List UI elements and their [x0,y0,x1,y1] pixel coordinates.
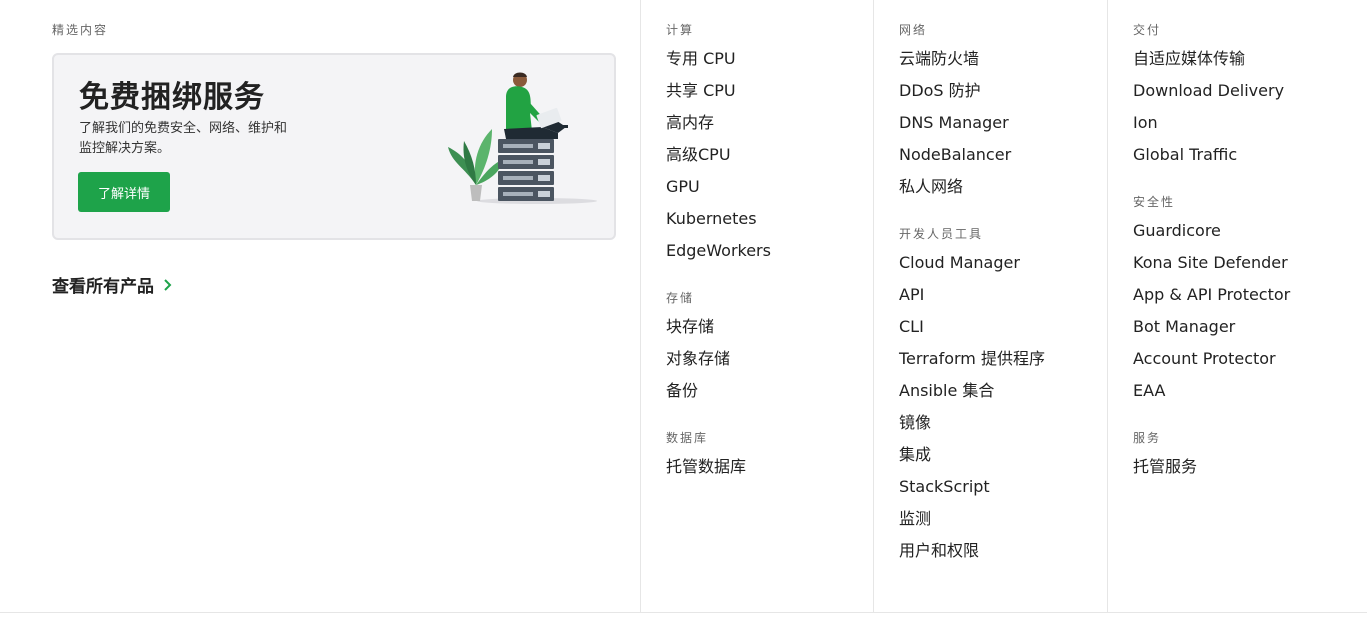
menu-item[interactable]: Ansible 集合 [899,380,1045,412]
menu-item[interactable]: DNS Manager [899,112,1045,144]
plant-icon [448,129,504,201]
menu-item[interactable]: Ion [1133,112,1290,144]
menu-item[interactable]: 专用 CPU [666,48,771,80]
group-label: 存储 [666,291,695,305]
menu-item[interactable]: StackScript [899,476,1045,508]
menu-group-developer-tools: 开发人员工具 Cloud Manager API CLI Terraform 提… [899,225,1045,572]
menu-item[interactable]: EdgeWorkers [666,240,771,272]
menu-column-networking: 网络 云端防火墙 DDoS 防护 DNS Manager NodeBalance… [873,0,1108,613]
group-label: 网络 [899,23,928,37]
group-label: 交付 [1133,23,1162,37]
menu-item[interactable]: 用户和权限 [899,540,1045,572]
chevron-right-icon [164,278,172,291]
group-label: 计算 [666,23,695,37]
menu-group-delivery: 交付 自适应媒体传输 Download Delivery Ion Global … [1133,21,1290,176]
menu-item[interactable]: API [899,284,1045,316]
menu-group-security: 安全性 Guardicore Kona Site Defender App & … [1133,193,1290,412]
menu-item[interactable]: 集成 [899,444,1045,476]
group-label: 开发人员工具 [899,227,984,241]
menu-column-delivery: 交付 自适应媒体传输 Download Delivery Ion Global … [1107,0,1367,613]
menu-item[interactable]: 镜像 [899,412,1045,444]
menu-item[interactable]: GPU [666,176,771,208]
group-label: 数据库 [666,431,709,445]
menu-item[interactable]: DDoS 防护 [899,80,1045,112]
menu-item[interactable]: 自适应媒体传输 [1133,48,1290,80]
menu-group-services: 服务 托管服务 [1133,429,1290,488]
products-mega-menu: 精选内容 免费捆绑服务 了解我们的免费安全、网络、维护和监控解决方案。 了解详情 [0,0,1367,613]
menu-item[interactable]: 共享 CPU [666,80,771,112]
menu-item[interactable]: Bot Manager [1133,316,1290,348]
menu-item[interactable]: 备份 [666,380,771,412]
menu-item[interactable]: 对象存储 [666,348,771,380]
menu-item[interactable]: Kubernetes [666,208,771,240]
menu-item[interactable]: 监测 [899,508,1045,540]
promo-card[interactable]: 免费捆绑服务 了解我们的免费安全、网络、维护和监控解决方案。 了解详情 [52,53,616,240]
menu-group-storage: 存储 块存储 对象存储 备份 [666,289,771,412]
menu-group-databases: 数据库 托管数据库 [666,429,771,488]
menu-item[interactable]: EAA [1133,380,1290,412]
menu-item[interactable]: 高级CPU [666,144,771,176]
menu-item[interactable]: Terraform 提供程序 [899,348,1045,380]
menu-item[interactable]: Guardicore [1133,220,1290,252]
featured-section-label: 精选内容 [52,23,109,37]
group-label: 服务 [1133,431,1162,445]
menu-item[interactable]: Download Delivery [1133,80,1290,112]
view-all-products-link[interactable]: 查看所有产品 [52,272,174,297]
menu-item[interactable]: Global Traffic [1133,144,1290,176]
menu-item[interactable]: 高内存 [666,112,771,144]
promo-title: 免费捆绑服务 [79,80,265,115]
server-stack-icon [498,139,554,201]
menu-group-networking: 网络 云端防火墙 DDoS 防护 DNS Manager NodeBalance… [899,21,1045,208]
menu-item[interactable]: App & API Protector [1133,284,1290,316]
menu-item[interactable]: Cloud Manager [899,252,1045,284]
menu-item[interactable]: 私人网络 [899,176,1045,208]
promo-illustration [448,72,597,204]
menu-item[interactable]: 托管服务 [1133,456,1290,488]
group-label: 安全性 [1133,195,1176,209]
menu-column-compute: 计算 专用 CPU 共享 CPU 高内存 高级CPU GPU Kubernete… [640,0,874,613]
menu-item[interactable]: 托管数据库 [666,456,771,488]
menu-group-compute: 计算 专用 CPU 共享 CPU 高内存 高级CPU GPU Kubernete… [666,21,771,272]
person-with-laptop-icon [504,72,568,139]
menu-item[interactable]: 云端防火墙 [899,48,1045,80]
learn-more-button[interactable]: 了解详情 [78,172,170,212]
menu-item[interactable]: 块存储 [666,316,771,348]
menu-item[interactable]: Account Protector [1133,348,1290,380]
menu-item[interactable]: Kona Site Defender [1133,252,1290,284]
menu-item[interactable]: NodeBalancer [899,144,1045,176]
promo-description: 了解我们的免费安全、网络、维护和监控解决方案。 [79,121,288,156]
view-all-products-label: 查看所有产品 [52,277,154,297]
menu-item[interactable]: CLI [899,316,1045,348]
